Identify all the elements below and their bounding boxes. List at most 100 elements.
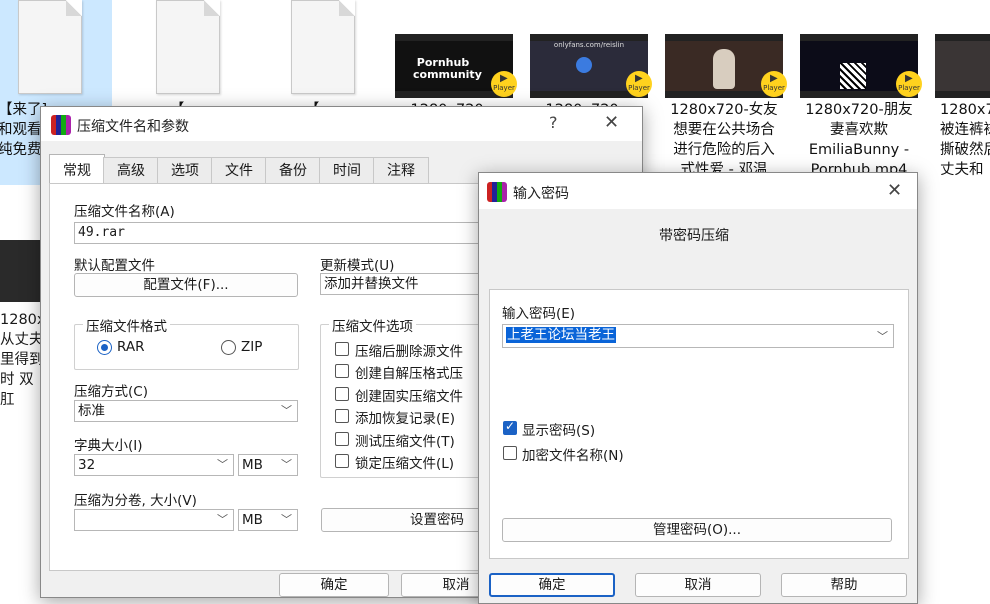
file-tile-7[interactable]: Player 1280x720-朋友 妻喜欢欺 EmiliaBunny - Po… xyxy=(793,0,925,185)
file-tile-8[interactable]: 1280x7 被连裤袜 撕破然后 丈夫和 xyxy=(928,0,990,185)
option-checkbox-4[interactable] xyxy=(335,409,349,423)
help-button[interactable]: 帮助 xyxy=(781,573,907,597)
player-badge-icon: Player xyxy=(761,62,787,97)
file-caption: 1280x720-女友 想要在公共场合 进行危险的后入 式性爱 - 邓温 xyxy=(670,102,778,178)
format-rar-radio[interactable] xyxy=(97,340,112,355)
dictionary-size-label: 字典大小(I) xyxy=(74,438,143,454)
split-unit-select[interactable]: MB ﹀ xyxy=(238,509,298,531)
dialog-heading: 带密码压缩 xyxy=(659,228,729,244)
partial-caption-3: 里得到 xyxy=(0,352,44,368)
dictionary-size-select[interactable]: 32 ﹀ xyxy=(74,454,234,476)
cancel-button[interactable]: 取消 xyxy=(635,573,761,597)
winrar-app-icon xyxy=(51,115,71,135)
archive-format-title: 压缩文件格式 xyxy=(83,315,170,335)
option-label-3[interactable]: 创建固实压缩文件 xyxy=(355,385,463,405)
show-password-checkbox[interactable] xyxy=(503,419,517,435)
partial-caption-4: 时 双肛 xyxy=(0,372,34,408)
password-label: 输入密码(E) xyxy=(502,306,576,322)
compression-method-select[interactable]: 标准 ﹀ xyxy=(74,400,298,422)
option-checkbox-1[interactable] xyxy=(335,342,349,356)
dictionary-unit-value: MB xyxy=(242,457,263,473)
dialog-title: 输入密码 xyxy=(513,186,569,202)
document-icon xyxy=(18,0,82,94)
tab-options[interactable]: 选项 xyxy=(157,157,213,184)
update-mode-value: 添加并替换文件 xyxy=(324,276,419,292)
archive-name-input[interactable]: 49.rar xyxy=(74,222,494,244)
encrypt-filenames-checkbox[interactable] xyxy=(503,446,517,460)
chevron-down-icon: ﹀ xyxy=(877,330,888,343)
thumb-url: onlyfans.com/reislin xyxy=(553,41,625,49)
tab-comment[interactable]: 注释 xyxy=(373,157,429,184)
title-bar[interactable]: 输入密码 ✕ xyxy=(479,173,917,209)
encrypt-filenames-label[interactable]: 加密文件名称(N) xyxy=(522,444,624,464)
file-caption: 1280x7 被连裤袜 撕破然后 丈夫和 xyxy=(940,102,990,178)
password-value: 上老王论坛当老王 xyxy=(506,327,616,343)
player-badge-icon: Player xyxy=(896,62,922,97)
player-badge-icon: Player xyxy=(491,62,517,97)
option-label-2[interactable]: 创建自解压格式压 xyxy=(355,362,463,382)
help-icon[interactable]: ? xyxy=(549,113,558,132)
ok-button[interactable]: 确定 xyxy=(279,573,389,597)
option-checkbox-6[interactable] xyxy=(335,454,349,468)
file-tile-6[interactable]: Player 1280x720-女友 想要在公共场合 进行危险的后入 式性爱 -… xyxy=(658,0,790,185)
file-caption: 1280x720-朋友 妻喜欢欺 EmiliaBunny - Pornhub.m… xyxy=(805,102,913,178)
show-password-label[interactable]: 显示密码(S) xyxy=(522,419,595,439)
option-label-1[interactable]: 压缩后删除源文件 xyxy=(355,340,463,360)
format-rar-label[interactable]: RAR xyxy=(117,339,144,355)
partial-caption-1: 1280x xyxy=(0,312,46,328)
split-size-select[interactable]: ﹀ xyxy=(74,509,234,531)
option-label-4[interactable]: 添加恢复记录(E) xyxy=(355,407,455,427)
archive-options-group: 压缩文件选项 压缩后删除源文件 创建自解压格式压 创建固实压缩文件 添加恢复记录… xyxy=(320,315,501,478)
tab-files[interactable]: 文件 xyxy=(211,157,267,184)
split-volumes-label: 压缩为分卷, 大小(V) xyxy=(74,493,197,509)
partial-caption-2: 从丈夫 xyxy=(0,332,44,348)
password-panel: 输入密码(E) 上老王论坛当老王 ﹀ 显示密码(S) 加密文件名称(N) 管理密… xyxy=(489,289,909,559)
profile-button[interactable]: 配置文件(F)... xyxy=(74,273,298,297)
partial-tile-left[interactable]: 1280x 从丈夫 里得到 时 双肛 xyxy=(0,240,46,408)
ok-button[interactable]: 确定 xyxy=(489,573,615,597)
archive-format-group: 压缩文件格式 RAR ZIP xyxy=(74,315,299,370)
tab-time[interactable]: 时间 xyxy=(319,157,375,184)
qr-code-icon xyxy=(840,63,866,89)
dictionary-unit-select[interactable]: MB ﹀ xyxy=(238,454,298,476)
password-dialog: 输入密码 ✕ 带密码压缩 输入密码(E) 上老王论坛当老王 ﹀ 显示密码(S) … xyxy=(478,172,918,604)
close-icon[interactable]: ✕ xyxy=(887,180,902,201)
archive-name-label: 压缩文件名称(A) xyxy=(74,204,175,220)
split-unit-value: MB xyxy=(242,512,263,528)
video-thumbnail xyxy=(935,34,990,98)
update-mode-label: 更新模式(U) xyxy=(320,258,395,274)
option-checkbox-2[interactable] xyxy=(335,364,349,378)
update-mode-select[interactable]: 添加并替换文件 xyxy=(320,273,490,295)
format-zip-label[interactable]: ZIP xyxy=(241,339,262,355)
profile-label: 默认配置文件 xyxy=(74,258,155,274)
option-label-6[interactable]: 锁定压缩文件(L) xyxy=(355,452,454,472)
chevron-down-icon: ﹀ xyxy=(281,404,292,417)
winrar-app-icon xyxy=(487,182,507,202)
dictionary-size-value: 32 xyxy=(78,457,96,473)
thumb-figure xyxy=(713,49,735,89)
tab-advanced[interactable]: 高级 xyxy=(103,157,159,184)
thumb-logo: Pornhub community xyxy=(413,56,482,81)
chevron-down-icon: ﹀ xyxy=(281,513,292,526)
video-thumbnail: Player xyxy=(665,34,787,98)
option-checkbox-5[interactable] xyxy=(335,432,349,446)
video-thumbnail: Player xyxy=(800,34,922,98)
option-label-5[interactable]: 测试压缩文件(T) xyxy=(355,430,455,450)
close-icon[interactable]: ✕ xyxy=(604,112,619,133)
compression-method-label: 压缩方式(C) xyxy=(74,384,148,400)
set-password-button[interactable]: 设置密码 xyxy=(321,508,497,532)
tab-general[interactable]: 常规 xyxy=(49,154,105,184)
chevron-down-icon: ﹀ xyxy=(217,458,228,471)
title-bar[interactable]: 压缩文件名和参数 ? ✕ xyxy=(41,107,642,141)
format-zip-radio[interactable] xyxy=(221,340,236,355)
player-badge-icon: Player xyxy=(626,62,652,97)
password-input[interactable]: 上老王论坛当老王 ﹀ xyxy=(502,324,894,348)
option-checkbox-3[interactable] xyxy=(335,387,349,401)
document-icon xyxy=(291,0,355,94)
video-thumbnail: Pornhub community Player xyxy=(395,34,517,98)
video-thumbnail: onlyfans.com/reislin Player xyxy=(530,34,652,98)
document-icon xyxy=(156,0,220,94)
tab-backup[interactable]: 备份 xyxy=(265,157,321,184)
manage-passwords-button[interactable]: 管理密码(O)... xyxy=(502,518,892,542)
chevron-down-icon: ﹀ xyxy=(217,513,228,526)
